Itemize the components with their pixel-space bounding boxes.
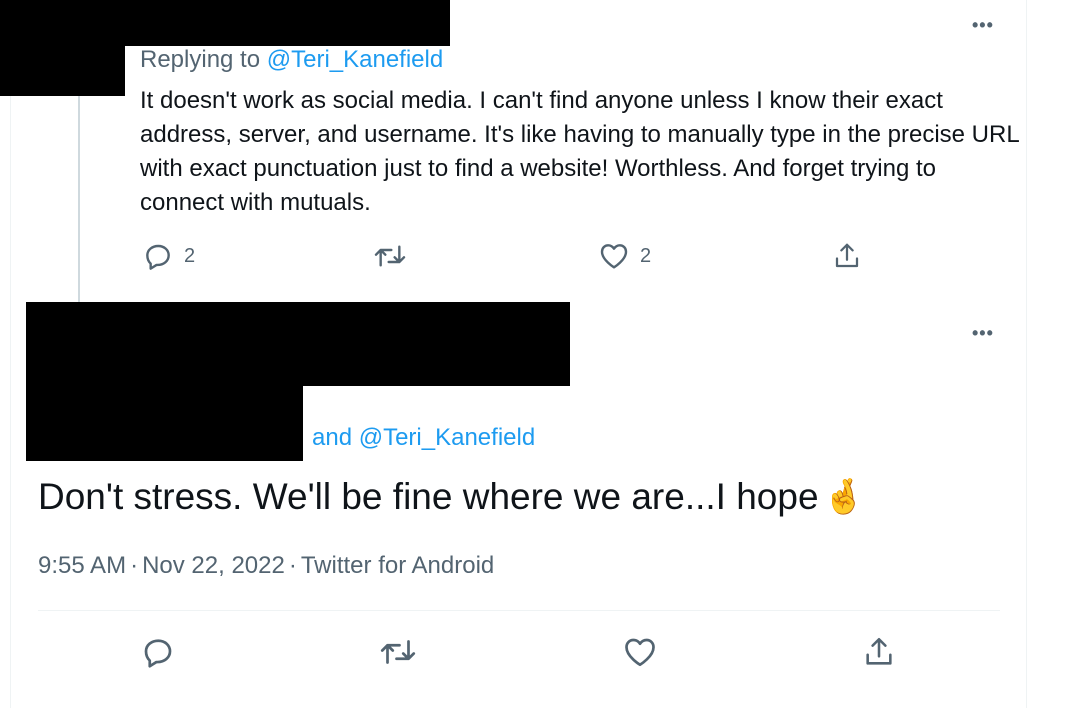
reply-icon bbox=[146, 244, 170, 270]
tweet-date[interactable]: Nov 22, 2022 bbox=[142, 552, 285, 579]
reply-count: 2 bbox=[184, 244, 196, 267]
card-right-border bbox=[1026, 0, 1027, 708]
reply-button[interactable]: 2 bbox=[142, 240, 195, 272]
replying-to-line: and @Teri_Kanefield bbox=[312, 424, 535, 452]
retweet-icon bbox=[380, 640, 416, 664]
redacted-author bbox=[26, 302, 570, 386]
share-icon bbox=[866, 637, 892, 665]
redacted-avatar bbox=[0, 46, 125, 96]
replying-to-line: Replying to @Teri_Kanefield bbox=[140, 46, 443, 74]
more-icon[interactable]: ••• bbox=[972, 16, 994, 34]
redacted-handle bbox=[26, 386, 303, 461]
card-left-border bbox=[10, 0, 11, 708]
share-button[interactable] bbox=[832, 240, 862, 272]
reply-tweet-text: It doesn't work as social media. I can't… bbox=[140, 87, 1019, 216]
tweet-source[interactable]: Twitter for Android bbox=[301, 552, 494, 579]
retweet-icon bbox=[374, 245, 406, 267]
share-icon bbox=[835, 243, 859, 268]
heart-icon bbox=[600, 244, 628, 269]
retweet-button[interactable] bbox=[372, 240, 418, 272]
retweet-button[interactable] bbox=[378, 634, 418, 670]
reply-button[interactable] bbox=[140, 634, 176, 670]
separator: · bbox=[130, 552, 139, 579]
like-count: 2 bbox=[640, 244, 652, 267]
share-button[interactable] bbox=[862, 634, 896, 670]
divider bbox=[38, 610, 1000, 611]
like-button[interactable]: 2 bbox=[598, 240, 651, 272]
mention-link[interactable]: and @Teri_Kanefield bbox=[312, 424, 535, 451]
mention-link[interactable]: @Teri_Kanefield bbox=[267, 46, 443, 73]
tweet-metadata: 9:55 AM · Nov 22, 2022 · Twitter for Android bbox=[38, 552, 494, 580]
main-tweet-text: Don't stress. We'll be fine where we are… bbox=[38, 476, 865, 518]
reply-icon bbox=[144, 639, 172, 668]
like-button[interactable] bbox=[622, 634, 658, 670]
separator: · bbox=[288, 552, 297, 579]
heart-icon bbox=[625, 638, 655, 667]
more-icon[interactable]: ••• bbox=[972, 324, 994, 342]
redacted-author bbox=[0, 0, 450, 46]
tweet-time[interactable]: 9:55 AM bbox=[38, 552, 126, 579]
crossed-fingers-icon: 🤞 bbox=[822, 478, 865, 516]
tweet-body: Don't stress. We'll be fine where we are… bbox=[38, 476, 819, 517]
replying-prefix: Replying to bbox=[140, 46, 261, 73]
